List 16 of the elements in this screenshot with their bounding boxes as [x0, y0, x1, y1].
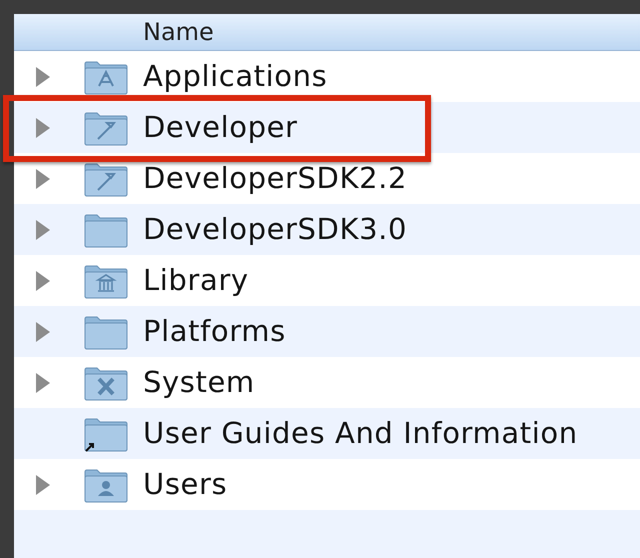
file-name[interactable]: Users [143, 462, 228, 506]
disclosure-triangle-icon[interactable] [36, 322, 50, 342]
file-name[interactable]: DeveloperSDK3.0 [143, 208, 408, 252]
file-name[interactable]: User Guides And Information [143, 412, 578, 456]
file-name[interactable]: Developer [143, 106, 298, 150]
disclosure-triangle-icon[interactable] [36, 270, 50, 290]
file-name[interactable]: Platforms [143, 310, 286, 354]
disclosure-triangle-icon[interactable] [36, 168, 50, 188]
disclosure-triangle-icon[interactable] [36, 118, 50, 138]
file-name[interactable]: Library [143, 258, 249, 302]
disclosure-triangle-icon[interactable] [36, 220, 50, 240]
file-name[interactable]: System [143, 360, 255, 404]
disclosure-triangle-icon[interactable] [36, 66, 50, 86]
column-header[interactable]: Name [143, 14, 214, 50]
disclosure-triangle-icon[interactable] [36, 474, 50, 494]
disclosure-triangle-icon[interactable] [36, 372, 50, 392]
